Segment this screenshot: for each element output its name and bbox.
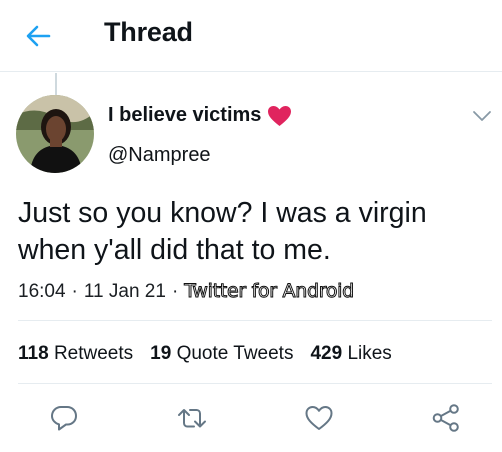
tweet-time[interactable]: 16:04 <box>18 281 66 303</box>
divider <box>18 320 492 321</box>
divider <box>18 383 492 384</box>
reply-icon[interactable] <box>48 402 80 434</box>
thread-connector-line <box>55 73 57 95</box>
retweet-icon[interactable] <box>176 402 208 434</box>
tweet-text: Just so you know? I was a virgin when y'… <box>18 197 427 266</box>
quotes-count: 19 <box>150 343 172 364</box>
retweets-count: 118 <box>18 343 49 364</box>
share-icon[interactable] <box>430 402 462 434</box>
quote-tweets-stat[interactable]: 19 Quote Tweets <box>150 343 293 365</box>
page-title: Thread <box>104 17 193 47</box>
chevron-down-icon[interactable] <box>470 106 494 126</box>
likes-label: Likes <box>347 343 392 364</box>
tweet-actions-bar <box>0 398 502 438</box>
meta-separator: · <box>171 281 179 302</box>
username[interactable]: @Nampree <box>108 144 211 167</box>
display-name: I believe victims <box>108 104 262 126</box>
likes-stat[interactable]: 429 Likes <box>310 343 391 365</box>
quotes-label: Quote Tweets <box>176 343 294 364</box>
avatar-photo <box>16 95 94 173</box>
retweets-label: Retweets <box>53 343 134 364</box>
author-name-row[interactable]: I believe victims <box>108 104 292 127</box>
retweets-stat[interactable]: 118 Retweets <box>18 343 133 365</box>
tweet-stats: 118 Retweets 19 Quote Tweets 429 Likes <box>18 343 409 365</box>
like-icon[interactable] <box>303 402 335 434</box>
red-heart-icon <box>268 105 292 126</box>
arrow-left-icon[interactable] <box>22 20 54 52</box>
avatar[interactable] <box>16 95 94 173</box>
meta-separator: · <box>71 281 78 302</box>
tweet-meta: 16:04 · 11 Jan 21 · Twitter for Android <box>18 280 355 303</box>
likes-count: 429 <box>310 343 343 364</box>
tweet-date[interactable]: 11 Jan 21 <box>84 281 166 303</box>
header-bar: Thread <box>0 0 502 72</box>
tweet-source-link[interactable]: Twitter for Android <box>184 280 355 303</box>
